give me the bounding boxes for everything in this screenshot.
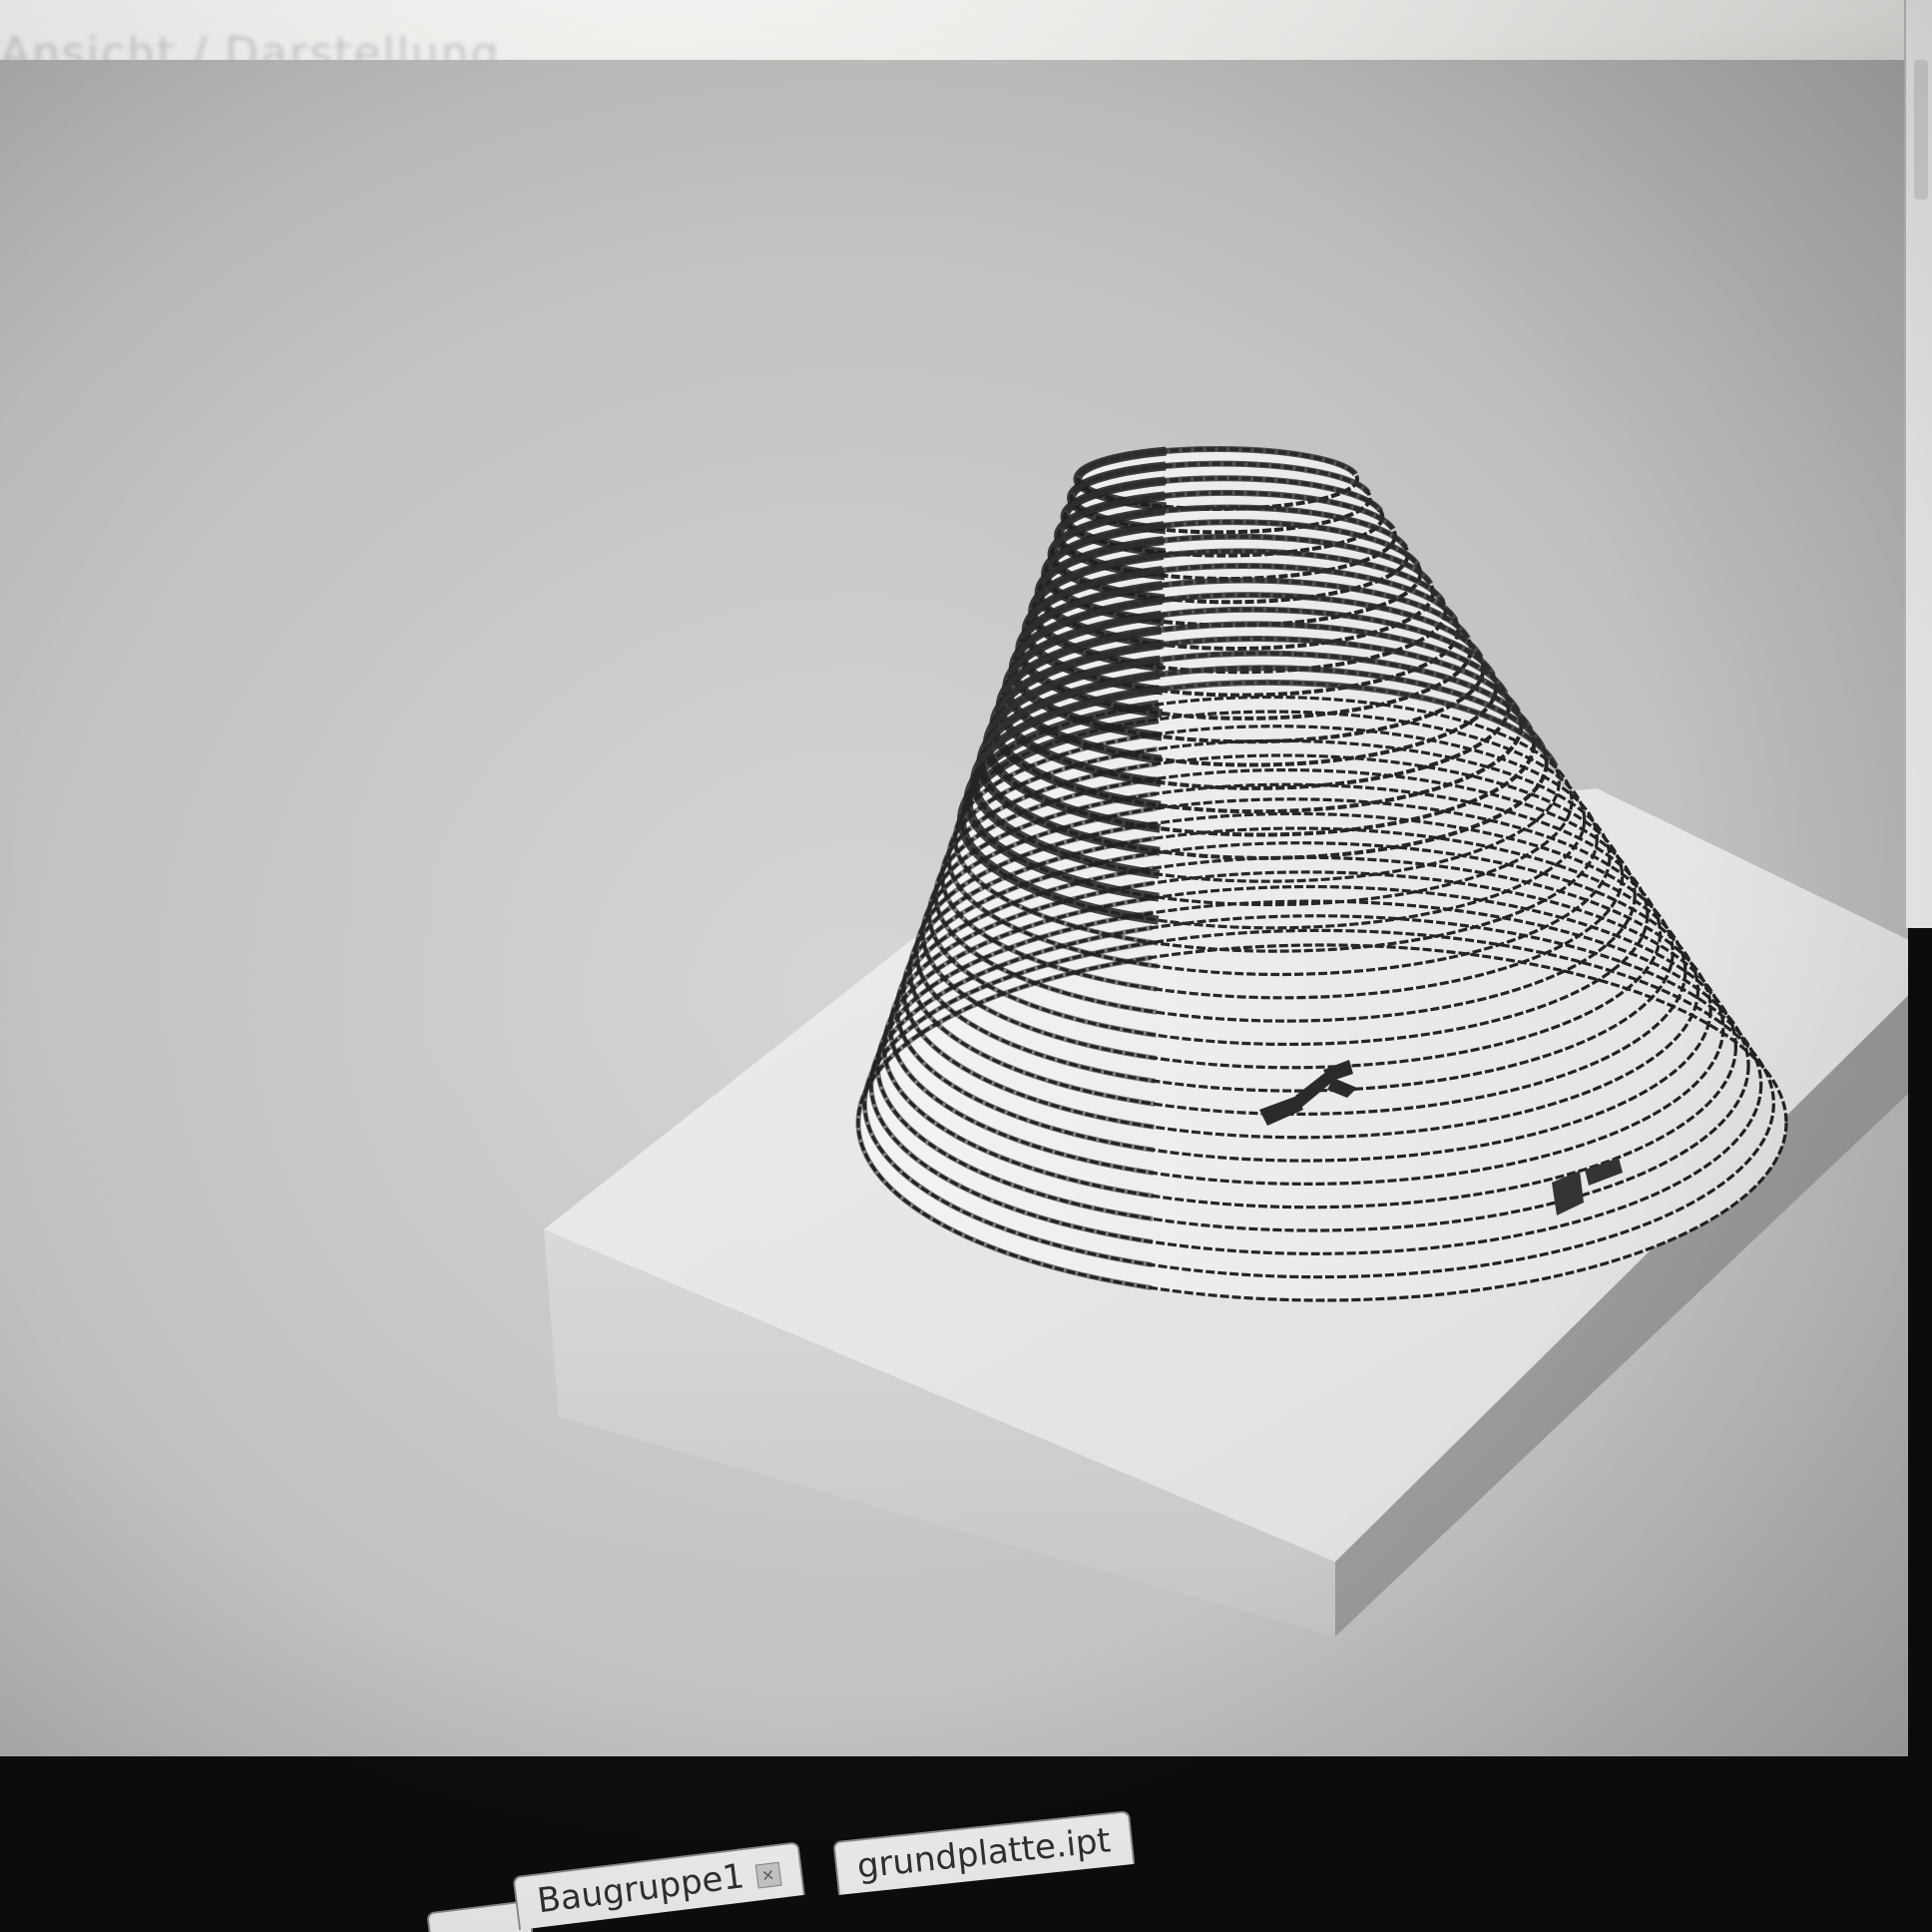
document-tab-bar: Baugruppe1 × grundplatte.ipt [0, 1716, 1932, 1932]
tab-label: grundplatte.ipt [855, 1820, 1113, 1887]
tab-grundplatte[interactable]: grundplatte.ipt [832, 1810, 1136, 1895]
right-side-panel [1904, 0, 1932, 928]
panel-scrollbar[interactable] [1914, 60, 1928, 200]
close-icon[interactable]: × [754, 1861, 782, 1889]
cad-model-scene[interactable] [0, 0, 1932, 1932]
screen: Ansicht / Darstellung Baugruppe1 × grund… [0, 0, 1932, 1932]
tab-baugruppe1[interactable]: Baugruppe1 × [512, 1841, 805, 1930]
tab-label: Baugruppe1 [535, 1856, 747, 1922]
